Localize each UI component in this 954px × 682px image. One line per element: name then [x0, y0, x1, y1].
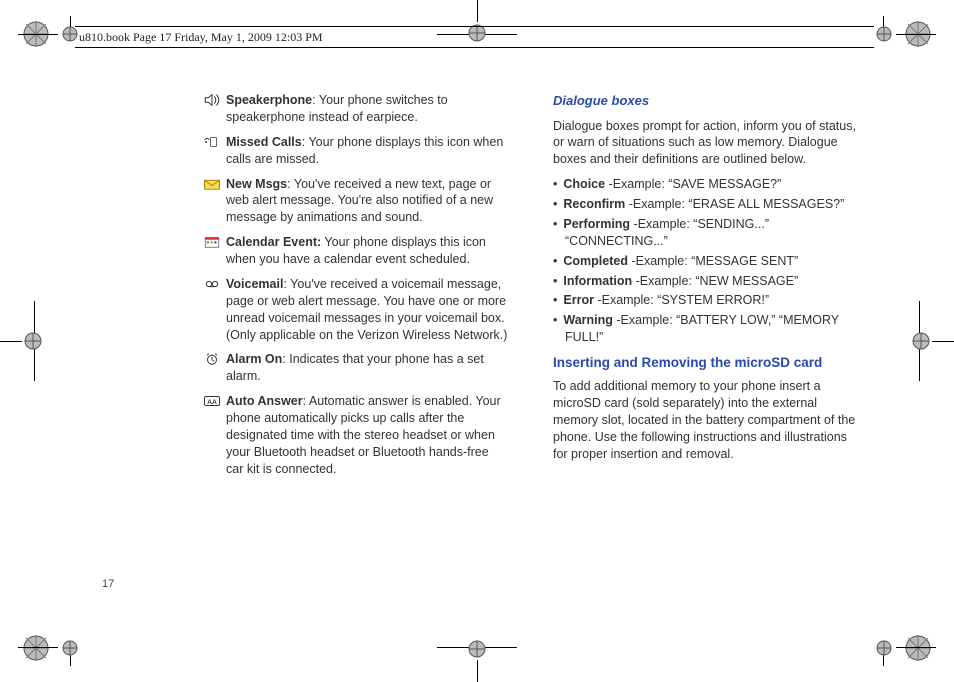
calendar-event-icon [198, 234, 226, 249]
missed-calls-icon [198, 134, 226, 149]
row-text: New Msgs: You've received a new text, pa… [226, 176, 509, 227]
page-number: 17 [102, 578, 114, 590]
bullet-text: -Example: “SAVE MESSAGE?” [605, 177, 781, 191]
bullet-text: -Example: “NEW MESSAGE” [632, 274, 798, 288]
dialogue-list: Choice -Example: “SAVE MESSAGE?” Reconfi… [553, 176, 864, 346]
row-speakerphone: Speakerphone: Your phone switches to spe… [198, 92, 509, 126]
row-label: New Msgs [226, 177, 287, 191]
bullet-label: Information [563, 274, 632, 288]
ornament-bottom-right [904, 634, 932, 662]
row-text: Calendar Event: Your phone displays this… [226, 234, 509, 268]
bullet-performing: Performing -Example: “SENDING...” “CONNE… [553, 216, 864, 250]
row-text: Auto Answer: Automatic answer is enabled… [226, 393, 509, 477]
page-body: Speakerphone: Your phone switches to spe… [198, 92, 864, 592]
bullet-text: -Example: “MESSAGE SENT” [628, 254, 798, 268]
ornament-top-left [22, 20, 50, 48]
alarm-on-icon [198, 351, 226, 366]
row-sep: : [287, 177, 294, 191]
row-text: Missed Calls: Your phone displays this i… [226, 134, 509, 168]
bullet-warning: Warning -Example: “BATTERY LOW,” “MEMORY… [553, 312, 864, 346]
dialogue-intro: Dialogue boxes prompt for action, inform… [553, 118, 864, 169]
bullet-text: -Example: “ERASE ALL MESSAGES?” [625, 197, 844, 211]
microsd-para: To add additional memory to your phone i… [553, 378, 864, 462]
ornament-top-right [904, 20, 932, 48]
heading-dialogue-boxes: Dialogue boxes [553, 92, 864, 110]
row-missed-calls: Missed Calls: Your phone displays this i… [198, 134, 509, 168]
row-label: Missed Calls [226, 135, 302, 149]
bullet-text: -Example: “SYSTEM ERROR!” [594, 293, 769, 307]
header-text: u810.book Page 17 Friday, May 1, 2009 12… [75, 30, 323, 45]
row-text: Alarm On: Indicates that your phone has … [226, 351, 509, 385]
bullet-label: Warning [563, 313, 613, 327]
row-sep: : [312, 93, 319, 107]
row-text: Speakerphone: Your phone switches to spe… [226, 92, 509, 126]
bullet-label: Performing [563, 217, 630, 231]
cropmark-right [894, 301, 954, 381]
row-label: Speakerphone [226, 93, 312, 107]
left-column: Speakerphone: Your phone switches to spe… [198, 92, 509, 592]
speakerphone-icon [198, 92, 226, 107]
row-label: Calendar Event: [226, 235, 321, 249]
bullet-information: Information -Example: “NEW MESSAGE” [553, 273, 864, 290]
voicemail-icon [198, 276, 226, 291]
bullet-choice: Choice -Example: “SAVE MESSAGE?” [553, 176, 864, 193]
right-column: Dialogue boxes Dialogue boxes prompt for… [553, 92, 864, 592]
heading-microsd: Inserting and Removing the microSD card [553, 354, 864, 372]
bullet-label: Error [563, 293, 594, 307]
row-auto-answer: AA Auto Answer: Automatic answer is enab… [198, 393, 509, 477]
row-new-msgs: New Msgs: You've received a new text, pa… [198, 176, 509, 227]
svg-text:AA: AA [207, 399, 217, 406]
ornament-bottom-left [22, 634, 50, 662]
row-label: Auto Answer [226, 394, 303, 408]
row-voicemail: Voicemail: You've received a voicemail m… [198, 276, 509, 344]
row-text: Voicemail: You've received a voicemail m… [226, 276, 509, 344]
cropmark-left [0, 301, 60, 381]
bullet-reconfirm: Reconfirm -Example: “ERASE ALL MESSAGES?… [553, 196, 864, 213]
new-msgs-icon [198, 176, 226, 191]
bullet-label: Completed [563, 254, 628, 268]
bullet-label: Choice [563, 177, 605, 191]
auto-answer-icon: AA [198, 393, 226, 408]
row-calendar-event: Calendar Event: Your phone displays this… [198, 234, 509, 268]
row-label: Alarm On [226, 352, 282, 366]
cropmark-bl [58, 626, 98, 666]
cropmark-br [856, 626, 896, 666]
bullet-error: Error -Example: “SYSTEM ERROR!” [553, 292, 864, 309]
bullet-label: Reconfirm [563, 197, 625, 211]
row-label: Voicemail [226, 277, 283, 291]
bullet-completed: Completed -Example: “MESSAGE SENT” [553, 253, 864, 270]
row-alarm-on: Alarm On: Indicates that your phone has … [198, 351, 509, 385]
page-header: u810.book Page 17 Friday, May 1, 2009 12… [75, 26, 874, 48]
cropmark-bottom [437, 622, 517, 682]
